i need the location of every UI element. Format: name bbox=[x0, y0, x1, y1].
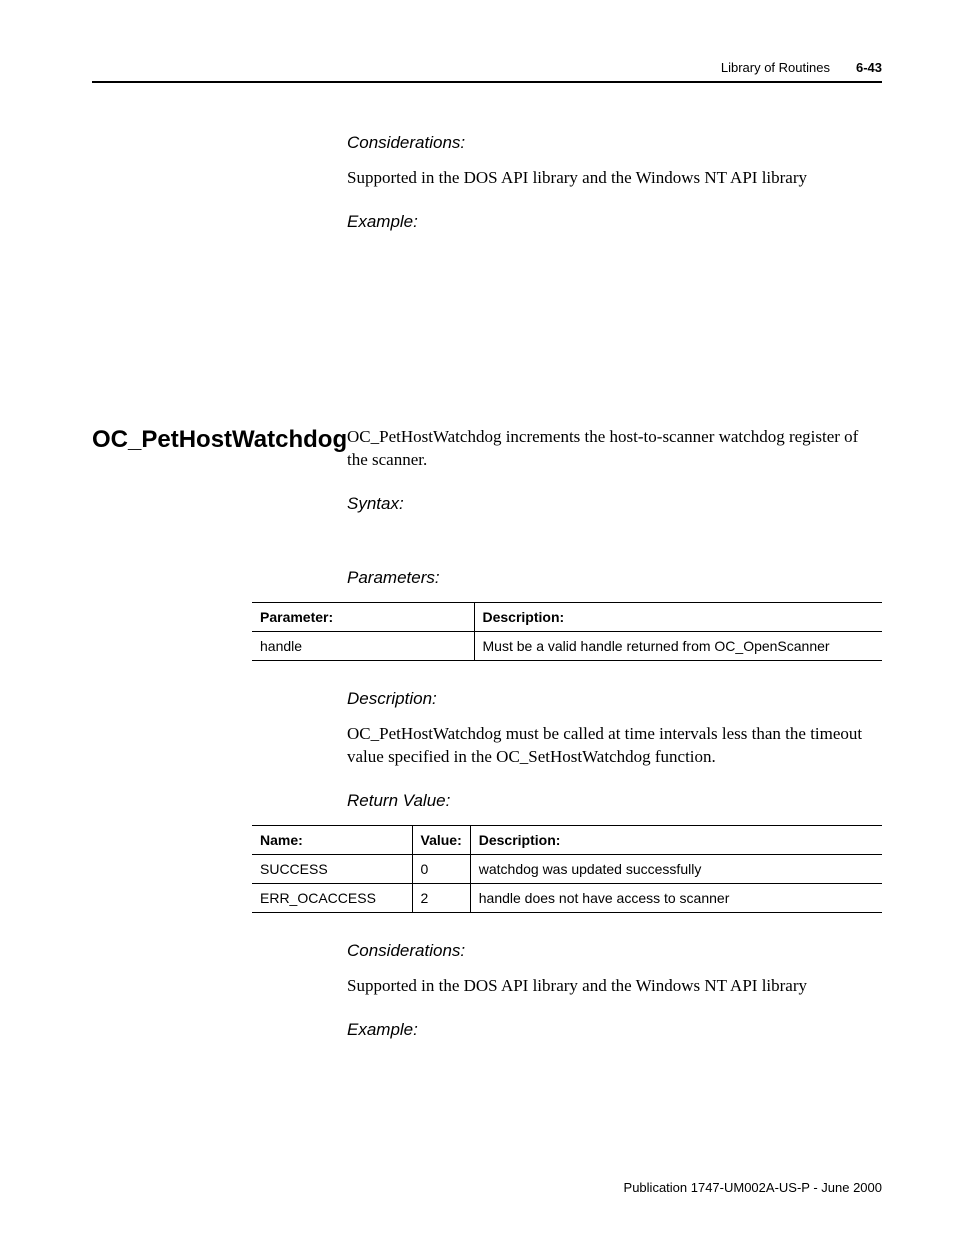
main-section-row: OC_PetHostWatchdog OC_PetHostWatchdog in… bbox=[92, 426, 882, 602]
ret-table-row: Name: Value: Description: SUCCESS 0 watc… bbox=[92, 825, 882, 941]
desc-block: Description: OC_PetHostWatchdog must be … bbox=[92, 689, 882, 825]
ret-name-cell: ERR_OCACCESS bbox=[252, 883, 412, 912]
ret-th-name: Name: bbox=[252, 825, 412, 854]
header-title: Library of Routines bbox=[721, 60, 830, 75]
param-name-cell: handle bbox=[252, 631, 474, 660]
top-block: Considerations: Supported in the DOS API… bbox=[92, 133, 882, 246]
description-heading: Description: bbox=[347, 689, 882, 709]
considerations-text-top: Supported in the DOS API library and the… bbox=[347, 167, 882, 190]
param-desc-cell: Must be a valid handle returned from OC_… bbox=[474, 631, 882, 660]
param-th-parameter: Parameter: bbox=[252, 602, 474, 631]
ret-value-cell: 2 bbox=[412, 883, 470, 912]
header-page-number: 6-43 bbox=[856, 60, 882, 75]
example-heading-bottom: Example: bbox=[347, 1020, 882, 1040]
table-row: handle Must be a valid handle returned f… bbox=[252, 631, 882, 660]
syntax-heading: Syntax: bbox=[347, 494, 882, 514]
section-intro: OC_PetHostWatchdog increments the host-t… bbox=[347, 426, 882, 472]
return-value-table: Name: Value: Description: SUCCESS 0 watc… bbox=[252, 825, 882, 913]
param-table-row: Parameter: Description: handle Must be a… bbox=[92, 602, 882, 689]
parameters-table: Parameter: Description: handle Must be a… bbox=[252, 602, 882, 661]
param-th-description: Description: bbox=[474, 602, 882, 631]
ret-th-description: Description: bbox=[470, 825, 882, 854]
table-row: ERR_OCACCESS 2 handle does not have acce… bbox=[252, 883, 882, 912]
ret-name-cell: SUCCESS bbox=[252, 854, 412, 883]
ret-th-value: Value: bbox=[412, 825, 470, 854]
considerations-heading-bottom: Considerations: bbox=[347, 941, 882, 961]
ret-desc-cell: watchdog was updated successfully bbox=[470, 854, 882, 883]
ret-desc-cell: handle does not have access to scanner bbox=[470, 883, 882, 912]
considerations-heading-top: Considerations: bbox=[347, 133, 882, 153]
ret-value-cell: 0 bbox=[412, 854, 470, 883]
return-value-heading: Return Value: bbox=[347, 791, 882, 811]
table-row: SUCCESS 0 watchdog was updated successfu… bbox=[252, 854, 882, 883]
header-rule bbox=[92, 81, 882, 83]
parameters-heading: Parameters: bbox=[347, 568, 882, 588]
publication-footer: Publication 1747-UM002A-US-P - June 2000 bbox=[624, 1180, 882, 1195]
page-header: Library of Routines 6-43 bbox=[92, 60, 882, 75]
example-heading-top: Example: bbox=[347, 212, 882, 232]
bottom-block: Considerations: Supported in the DOS API… bbox=[92, 941, 882, 1054]
section-heading: OC_PetHostWatchdog bbox=[92, 426, 347, 454]
description-text: OC_PetHostWatchdog must be called at tim… bbox=[347, 723, 882, 769]
considerations-text-bottom: Supported in the DOS API library and the… bbox=[347, 975, 882, 998]
